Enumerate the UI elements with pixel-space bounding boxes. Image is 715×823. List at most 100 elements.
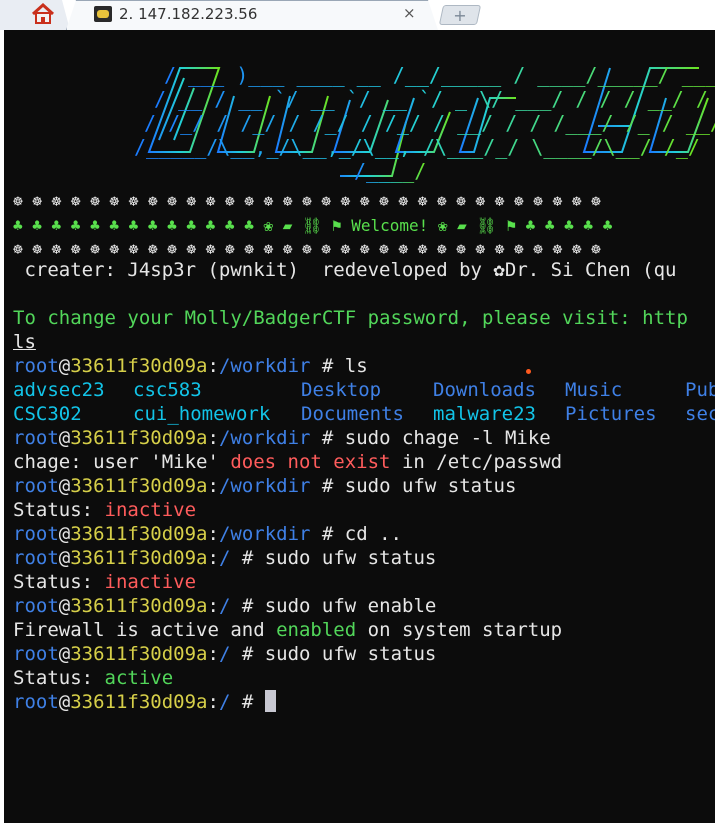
close-icon[interactable]: × [403, 4, 416, 22]
prompt-host: 33611f30d09a [70, 523, 208, 545]
prompt-at: @ [58, 595, 71, 617]
orange-dot-marker [526, 369, 531, 374]
command-text: sudo ufw status [253, 643, 437, 665]
svg-text:/_____/\__,_/\__,_/\__, /\___/: /_____/\__,_/\__,_/\__, /\___/_/ \____/\… [134, 135, 700, 159]
prompt-path: / [218, 691, 231, 713]
prompt-symbol: # [310, 523, 334, 545]
directory-row: advsec23 csc583 Desktop Downloads Music Pub [13, 378, 715, 402]
prompt-host: 33611f30d09a [70, 595, 208, 617]
prompt-path: / [218, 547, 231, 569]
command-text: cd .. [333, 523, 402, 545]
prompt-symbol: # [230, 643, 254, 665]
svg-text:/____/: /____/ [354, 159, 426, 183]
status-label: Status: [13, 499, 105, 521]
terminal-window[interactable]: / ___ )___ ____ __ /__/_____ / ____/____… [4, 30, 715, 823]
badger-ctf-ascii-banner: / ___ )___ ____ __ /__/_____ / ____/____… [134, 63, 715, 183]
prompt-user: root [13, 355, 59, 377]
prompt-host: 33611f30d09a [70, 475, 208, 497]
status-label: Status: [13, 571, 105, 593]
status-output: Status: inactive [13, 570, 196, 594]
status-value: inactive [104, 571, 197, 593]
welcome-banner-row: ♣ ♣ ♣ ♣ ♣ ♣ ♣ ♣ ♣ ♣ ♣ ♣ ♣ ❀ ▰ ⛓ ⚑ Welcom… [13, 216, 613, 235]
directory-row: CSC302 cui_homework Documents malware23 Pict… [13, 402, 715, 426]
prompt-host: 33611f30d09a [70, 691, 208, 713]
prompt-path: /workdir [218, 427, 311, 449]
prompt-colon: : [207, 523, 219, 545]
prompt-host: 33611f30d09a [70, 547, 208, 569]
prompt-user: root [13, 691, 59, 713]
current-prompt[interactable]: root@33611f30d09a:/ # [13, 690, 276, 714]
prompt-user: root [13, 547, 59, 569]
prompt-user: root [13, 595, 59, 617]
key-icon [94, 6, 112, 22]
prompt-line-ufw-status: root@33611f30d09a:/ # sudo ufw status [13, 642, 436, 666]
prompt-path: / [218, 595, 231, 617]
output-text: Firewall is active and [13, 619, 277, 641]
password-notice: To change your Molly/BadgerCTF password,… [13, 307, 688, 329]
dir-entry: advsec23 [13, 379, 105, 401]
prompt-user: root [13, 475, 59, 497]
prompt-colon: : [207, 643, 219, 665]
prompt-path: /workdir [218, 523, 311, 545]
command-text: sudo ufw enable [253, 595, 437, 617]
session-tab[interactable]: 2. 147.182.223.56 × [66, 0, 438, 30]
command-text: ls [333, 355, 368, 377]
ls-command-echo: ls [13, 331, 36, 353]
svg-text:/ __ / __ `/ __ `/ __ `/ _ \/: / __ / __ `/ __ `/ __ `/ _ \/ ___/ / / /… [154, 87, 715, 111]
home-icon [31, 3, 55, 24]
status-output: Status: active [13, 666, 173, 690]
dir-entry: Music [565, 379, 623, 401]
plus-icon: + [453, 6, 467, 25]
dir-entry: Documents [301, 403, 404, 425]
prompt-at: @ [58, 643, 71, 665]
command-text: sudo chage -l Mike [333, 427, 551, 449]
enabled-text: enabled [276, 619, 357, 641]
dir-entry: sec [685, 403, 715, 425]
tab-title: 2. 147.182.223.56 [119, 5, 258, 23]
status-value: active [104, 667, 174, 689]
svg-text:/ /_/ / /_/ / /_/ / /_/ / __/: / /_/ / /_/ / /_/ / /_/ / __/ / / /___/ … [144, 111, 715, 135]
prompt-at: @ [58, 427, 71, 449]
output-text: in /etc/passwd [390, 451, 563, 473]
dir-entry: cui_homework [133, 403, 271, 425]
prompt-path: / [218, 643, 231, 665]
prompt-path: /workdir [218, 355, 311, 377]
prompt-colon: : [207, 475, 219, 497]
prompt-colon: : [207, 547, 219, 569]
prompt-host: 33611f30d09a [70, 355, 208, 377]
home-tab[interactable] [0, 0, 70, 30]
prompt-line-ufw-status: root@33611f30d09a:/workdir # sudo ufw st… [13, 474, 516, 498]
dir-entry: csc583 [133, 379, 202, 401]
output-text: chage: user 'Mike' [13, 451, 231, 473]
prompt-colon: : [207, 691, 219, 713]
prompt-symbol: # [310, 427, 334, 449]
prompt-colon: : [207, 355, 219, 377]
dir-entry: malware23 [433, 403, 536, 425]
prompt-user: root [13, 427, 59, 449]
error-text: does not exist [230, 451, 391, 473]
prompt-colon: : [207, 595, 219, 617]
prompt-line-ufw-enable: root@33611f30d09a:/ # sudo ufw enable [13, 594, 436, 618]
text-cursor [264, 690, 276, 712]
prompt-at: @ [58, 547, 71, 569]
tab-bar: 2. 147.182.223.56 × + [0, 0, 715, 30]
svg-text:/ ___ )___ ____ __ /__/_____: / ___ )___ ____ __ /__/_____ / ____/____… [164, 63, 715, 87]
dir-entry: Desktop [301, 379, 382, 401]
prompt-symbol: # [310, 355, 334, 377]
creator-line: creater: J4sp3r (pwnkit) redeveloped by … [13, 259, 677, 281]
new-tab-button[interactable]: + [438, 5, 482, 25]
prompt-path: /workdir [218, 475, 311, 497]
prompt-symbol: # [230, 595, 254, 617]
dir-entry: Pictures [565, 403, 657, 425]
prompt-at: @ [58, 523, 71, 545]
prompt-colon: : [207, 427, 219, 449]
prompt-host: 33611f30d09a [70, 643, 208, 665]
prompt-at: @ [58, 691, 71, 713]
prompt-user: root [13, 523, 59, 545]
chage-output: chage: user 'Mike' does not exist in /et… [13, 450, 562, 474]
prompt-at: @ [58, 475, 71, 497]
status-value: inactive [104, 499, 197, 521]
prompt-symbol: # [230, 691, 254, 713]
status-output: Status: inactive [13, 498, 196, 522]
status-label: Status: [13, 667, 105, 689]
